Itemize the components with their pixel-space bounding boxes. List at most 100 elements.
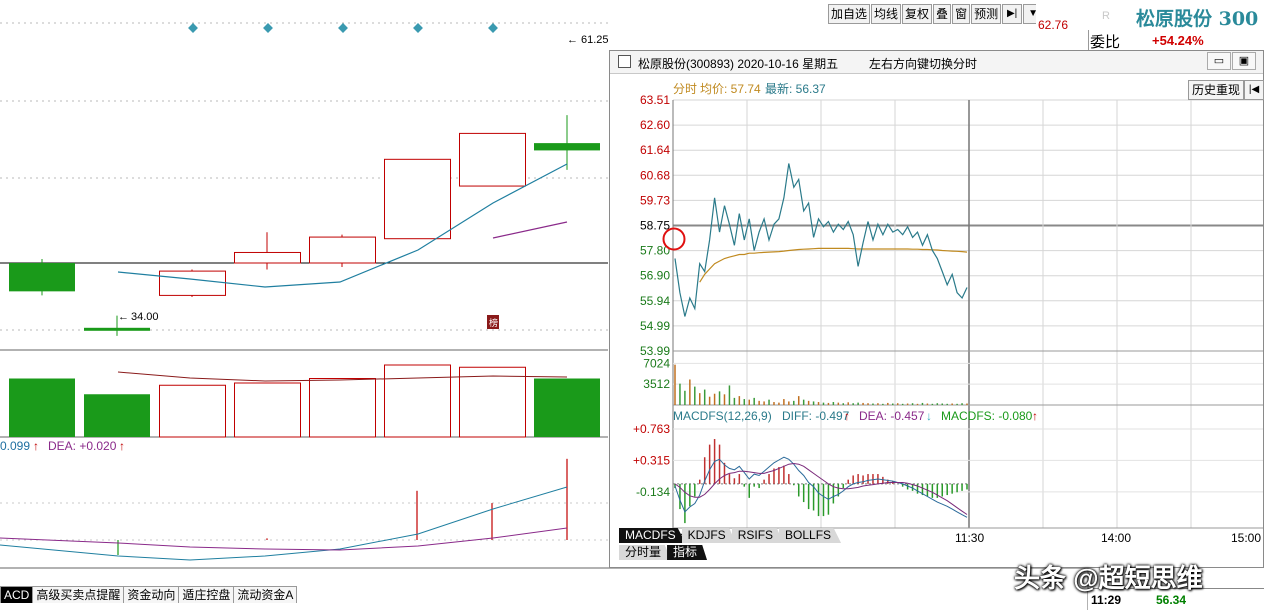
- window-button[interactable]: 窗: [952, 4, 971, 24]
- intraday-chart: 63.5162.6061.6460.6859.7358.7557.8056.90…: [633, 81, 1263, 543]
- tab-kdjfs[interactable]: KDJFS: [681, 528, 736, 543]
- diamond-marker: [188, 23, 198, 33]
- price-tick-label: 58.75: [640, 219, 670, 233]
- diamond-marker: [263, 23, 273, 33]
- time-tick-label: 15:00: [1231, 531, 1261, 543]
- forecast-button[interactable]: 预测: [971, 4, 1002, 24]
- tick-price: 56.34: [1156, 593, 1187, 607]
- macd-tick-label: +0.763: [633, 422, 670, 436]
- high-price-arrow: ←: [567, 34, 578, 46]
- price-tick-label: 62.60: [640, 118, 670, 132]
- view-tabs: 分时量 指标: [619, 545, 708, 560]
- popup-titlebar[interactable]: 松原股份(300893) 2020-10-16 星期五 左右方向键切换分时 ▭ …: [610, 51, 1263, 74]
- ma-long-line: [492, 221, 568, 239]
- diff-up-arrow: ↑: [844, 409, 850, 423]
- price-tick-label: 56.90: [640, 269, 670, 283]
- price-tick-label: 61.64: [640, 143, 670, 157]
- dea-down-arrow: ↓: [926, 409, 932, 423]
- tick-time: 11:29: [1091, 593, 1122, 607]
- candle-body: [9, 263, 75, 292]
- indicator-tabs: MACDFS KDJFS RSIFS BOLLFS: [619, 528, 842, 543]
- watermark: 头条 @超短思维: [1014, 563, 1203, 593]
- tab-acd[interactable]: ACD: [0, 586, 34, 603]
- annotation-circle: [662, 227, 686, 251]
- add-favorite-button[interactable]: 加自选: [828, 4, 871, 24]
- tab-volume-view[interactable]: 分时量: [619, 545, 672, 560]
- tab-rsifs[interactable]: RSIFS: [731, 528, 784, 543]
- time-tick-label: 14:00: [1101, 531, 1131, 543]
- main-dea-value: DEA: +0.020: [48, 439, 117, 453]
- candle-body: [534, 143, 600, 151]
- candle-body: [234, 251, 301, 264]
- overlay-button[interactable]: 叠: [933, 4, 952, 24]
- volume-bar: [159, 384, 226, 438]
- indicator-bottom-tabs: ACD 高级买卖点提醒 资金动向 遁庄控盘 流动资金A: [0, 586, 298, 603]
- event-marker-text: 榜: [489, 317, 498, 328]
- intraday-label: 分时: [673, 82, 697, 96]
- tab-indicator-view[interactable]: 指标: [667, 545, 708, 560]
- intraday-popup-window[interactable]: 松原股份(300893) 2020-10-16 星期五 左右方向键切换分时 ▭ …: [609, 50, 1264, 568]
- tab-liquidity[interactable]: 流动资金A: [233, 586, 298, 603]
- volume-bar: [9, 378, 75, 437]
- volume-bar: [534, 378, 600, 437]
- macd-tick-label: +0.315: [633, 453, 670, 467]
- weibi-label: 委比: [1090, 34, 1121, 51]
- latest-price-label: 最新: 56.37: [765, 81, 826, 96]
- macd-tick-label: -0.134: [636, 485, 670, 499]
- diamond-marker: [338, 23, 348, 33]
- adjust-rights-button[interactable]: 复权: [902, 4, 933, 24]
- high-price-label: 61.25: [581, 34, 609, 46]
- macd-dea: DEA: -0.457: [859, 409, 925, 423]
- tab-fund-flow[interactable]: 资金动向: [123, 586, 180, 603]
- play-end-icon[interactable]: ▶|: [1002, 4, 1023, 24]
- price-tick-label: 60.68: [640, 168, 670, 182]
- moving-average-button[interactable]: 均线: [871, 4, 902, 24]
- macd-dea-line: [0, 527, 568, 551]
- macd-diff: DIFF: -0.497: [782, 409, 850, 423]
- price-tick-label: 63.51: [640, 93, 670, 107]
- main-dea-up-arrow: ↑: [119, 439, 125, 453]
- price-tick-label: 54.99: [640, 319, 670, 333]
- main-macd-value: 0.099: [0, 439, 30, 453]
- candle-body: [459, 132, 526, 187]
- tab-buy-sell-alert[interactable]: 高级买卖点提醒: [32, 586, 125, 603]
- popup-title: 松原股份(300893) 2020-10-16 星期五: [638, 57, 839, 71]
- macd-name: MACDFS(12,26,9): [673, 409, 772, 423]
- avg-price-line: [699, 247, 968, 283]
- r-mark: R: [1102, 10, 1110, 22]
- diamond-marker: [413, 23, 423, 33]
- current-price: 62.76: [1038, 18, 1069, 32]
- main-macd-up-arrow: ↑: [33, 439, 39, 453]
- chart-toolbar: 加自选 均线 复权 叠 窗 预测 ▶| ▼: [828, 4, 1044, 24]
- volume-tick-label: 7024: [643, 356, 670, 370]
- history-replay-button[interactable]: 历史重现: [1188, 80, 1245, 100]
- avg-price-label: 均价: 57.74: [700, 82, 761, 96]
- candle-body: [309, 236, 376, 264]
- volume-bar: [309, 378, 376, 438]
- restore-icon[interactable]: ▣: [1232, 52, 1256, 70]
- candle-body: [384, 158, 451, 240]
- minimize-icon[interactable]: ▭: [1207, 52, 1231, 70]
- volume-tick-label: 3512: [643, 377, 670, 391]
- candle-body: [159, 270, 226, 296]
- low-price-arrow: ←: [118, 311, 129, 323]
- volume-bar: [84, 394, 150, 437]
- candle-body: [84, 327, 150, 331]
- volume-bar: [384, 364, 451, 438]
- macd-macdfs: MACDFS: -0.080: [941, 409, 1033, 423]
- tab-macdfs[interactable]: MACDFS: [619, 528, 686, 543]
- diamond-marker: [488, 23, 498, 33]
- time-tick-label: 11:30: [955, 531, 984, 543]
- volume-bar: [459, 366, 526, 438]
- window-icon: [618, 55, 631, 68]
- tab-bollfs[interactable]: BOLLFS: [779, 528, 842, 543]
- stock-name: 松原股份 300: [1136, 8, 1259, 30]
- macdfs-up-arrow: ↑: [1032, 409, 1038, 423]
- tab-control[interactable]: 遁庄控盘: [178, 586, 235, 603]
- weibi-value: +54.24%: [1152, 33, 1204, 48]
- price-tick-label: 59.73: [640, 193, 670, 207]
- volume-bar: [234, 382, 301, 438]
- low-price-label: 34.00: [131, 311, 159, 323]
- popup-hint: 左右方向键切换分时: [869, 57, 978, 71]
- skip-back-icon[interactable]: |◀: [1244, 80, 1264, 100]
